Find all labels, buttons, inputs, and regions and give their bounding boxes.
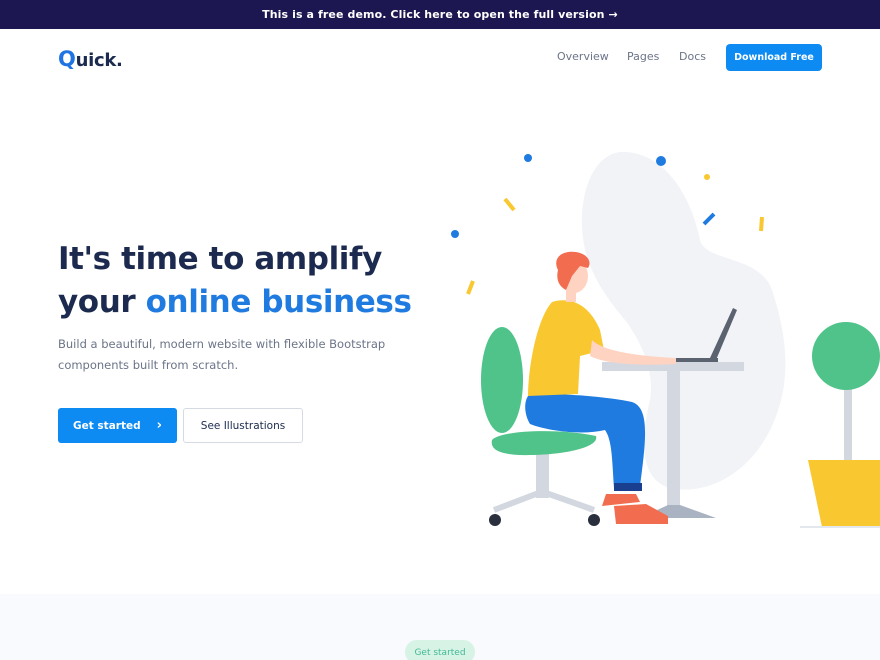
chair-wheel (588, 514, 600, 526)
hero-title-line1: It's time to amplify (58, 241, 382, 277)
plant-pot (808, 460, 880, 527)
confetti-dot (704, 174, 710, 180)
plant-stem (844, 380, 852, 464)
confetti-dot (524, 154, 532, 162)
plant-leaves (812, 322, 880, 390)
chair-legs (492, 491, 596, 513)
chevron-right-icon: › (156, 418, 162, 433)
hero-subtitle: Build a beautiful, modern website with f… (58, 337, 386, 372)
download-free-button[interactable]: Download Free (726, 44, 822, 71)
confetti-piece (466, 280, 475, 295)
logo-initial: Q (58, 47, 76, 71)
shoe (602, 494, 640, 506)
sock (614, 483, 642, 491)
chair-seat (491, 431, 597, 456)
nav-link-docs[interactable]: Docs (679, 50, 706, 63)
logo-text: uick. (75, 50, 123, 71)
demo-banner[interactable]: This is a free demo. Click here to open … (0, 0, 880, 29)
confetti-piece (503, 197, 516, 212)
chair-wheel (489, 514, 501, 526)
confetti-dot (451, 230, 459, 238)
nav-link-pages[interactable]: Pages (627, 50, 659, 63)
get-started-badge: Get started (405, 640, 475, 660)
hero-illustration (451, 151, 880, 528)
desk-leg (667, 371, 680, 511)
confetti-piece (759, 216, 764, 232)
hero-title-line2-plain: your (58, 284, 146, 320)
chair-back (481, 327, 523, 433)
hero-title-accent: online business (145, 284, 412, 320)
arrow-right-icon: → (608, 8, 618, 21)
get-started-button[interactable]: Get started › (58, 408, 177, 443)
get-started-label: Get started (73, 419, 141, 432)
demo-banner-text: This is a free demo. Click here to open … (262, 8, 605, 21)
hero-title: It's time to amplify your online busines… (58, 238, 438, 324)
chair-post (536, 450, 549, 498)
shoe (614, 504, 668, 524)
nav-link-overview[interactable]: Overview (557, 50, 609, 63)
confetti-piece (702, 212, 716, 226)
logo[interactable]: Quick. (58, 47, 123, 71)
confetti-dot (656, 156, 666, 166)
see-illustrations-button[interactable]: See Illustrations (183, 408, 303, 443)
navbar: Quick. Overview Pages Docs Download Free (0, 29, 880, 85)
